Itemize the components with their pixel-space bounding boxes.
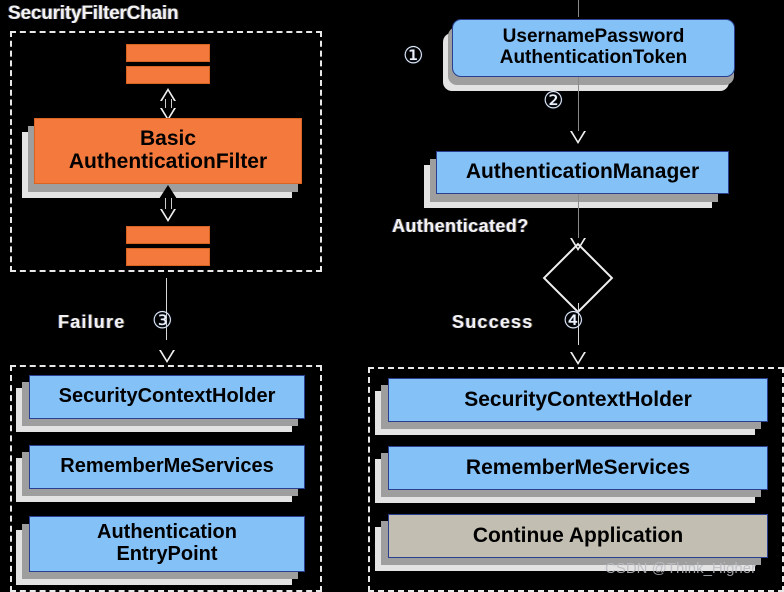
filter-bar-top-2 (126, 66, 210, 84)
failure-node-security-context-holder[interactable]: SecurityContextHolder (29, 375, 305, 419)
success-branch-label: Success (452, 312, 534, 332)
node-username-password-authentication-token[interactable]: UsernamePassword AuthenticationToken (452, 19, 735, 77)
basic-authentication-filter-line2: AuthenticationFilter (68, 150, 268, 173)
group-title-security-filter-chain: SecurityFilterChain (8, 3, 179, 24)
arrowhead-into-success-group (570, 352, 586, 365)
connector-manager-to-decision (578, 194, 579, 240)
failure-node-2-label: RememberMeServices (60, 455, 274, 478)
connector-token-to-manager (578, 77, 579, 133)
watermark-text: CSDN @Think_Higher (605, 560, 757, 577)
token-label-line1: UsernamePassword (502, 26, 685, 48)
success-node-continue-application[interactable]: Continue Application (388, 514, 768, 558)
success-node-security-context-holder[interactable]: SecurityContextHolder (388, 378, 768, 422)
arrowhead-into-manager (570, 131, 586, 144)
filter-arrow-up-bottom (159, 185, 177, 199)
failure-node-3-label-line1: Authentication (97, 521, 237, 544)
step-marker-1: ① (403, 43, 424, 69)
success-node-2-label: RememberMeServices (465, 455, 691, 479)
authentication-manager-label: AuthenticationManager (465, 160, 700, 184)
failure-node-3-label: Authentication EntryPoint (30, 522, 304, 565)
step-marker-3: ③ (152, 308, 173, 334)
token-label-line2: AuthenticationToken (499, 47, 688, 68)
node-authentication-manager[interactable]: AuthenticationManager (436, 151, 729, 194)
filter-bar-top-1 (126, 44, 210, 62)
failure-node-3-label-line2: EntryPoint (116, 543, 218, 565)
token-label: UsernamePassword AuthenticationToken (453, 27, 734, 68)
arrowhead-into-failure-group (159, 350, 175, 363)
node-basic-authentication-filter[interactable]: Basic AuthenticationFilter (34, 118, 302, 184)
failure-node-remember-me-services[interactable]: RememberMeServices (29, 445, 305, 489)
basic-authentication-filter-line1: Basic (139, 127, 197, 151)
filter-bar-bottom-1 (126, 226, 210, 244)
decision-question-label: Authenticated? (392, 216, 529, 236)
filter-arrow-down-bottom (160, 209, 176, 222)
step-marker-4: ④ (563, 308, 584, 334)
success-node-1-label: SecurityContextHolder (464, 387, 692, 411)
success-node-3-label: Continue Application (472, 523, 684, 547)
basic-authentication-filter-label: Basic AuthenticationFilter (35, 127, 301, 173)
filter-bar-bottom-2 (126, 248, 210, 266)
connector-into-token (578, 0, 579, 17)
failure-branch-label: Failure (58, 312, 126, 332)
success-node-remember-me-services[interactable]: RememberMeServices (388, 446, 768, 490)
step-marker-2: ② (543, 88, 564, 114)
diagram-canvas: SecurityFilterChain Basic Authentication… (0, 0, 784, 592)
failure-node-authentication-entry-point[interactable]: Authentication EntryPoint (29, 516, 305, 572)
failure-node-1-label: SecurityContextHolder (58, 385, 276, 408)
